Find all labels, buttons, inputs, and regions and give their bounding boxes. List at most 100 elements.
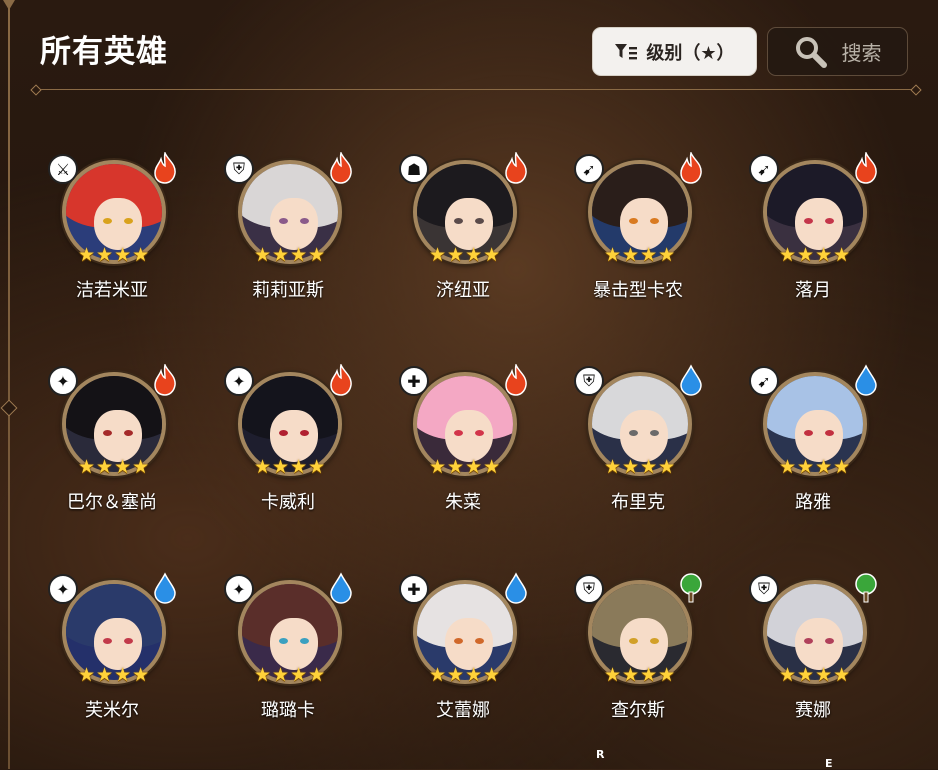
- search-icon: [795, 36, 827, 68]
- star-rating: ★ ★ ★ ★: [78, 246, 149, 265]
- hero-card[interactable]: ⛨ ★ ★ ★ ★ 查尔斯: [568, 570, 708, 740]
- star-icon: ★: [797, 664, 815, 686]
- fire-element-icon: [328, 364, 354, 396]
- hero-name: 查尔斯: [611, 700, 665, 721]
- star-icon: ★: [429, 456, 447, 478]
- star-rating: ★ ★ ★ ★: [429, 666, 500, 685]
- hero-card[interactable]: ✦ ★ ★ ★ ★ 巴尔＆塞尚: [42, 362, 182, 532]
- star-rating: ★ ★ ★ ★: [429, 458, 500, 477]
- hero-name: 路雅: [795, 492, 831, 513]
- fire-element-icon: [503, 152, 529, 184]
- star-icon: ★: [604, 456, 622, 478]
- star-icon: ★: [465, 244, 483, 266]
- shield-icon: ⛨: [749, 574, 779, 604]
- hero-card[interactable]: ✚ ★ ★ ★ ★ 朱菜: [393, 362, 533, 532]
- fire-element-icon: [503, 364, 529, 396]
- star-icon: ★: [815, 456, 833, 478]
- sort-by-rank-button[interactable]: 级别（★）: [592, 27, 757, 76]
- star-rating: ★ ★ ★ ★: [254, 666, 325, 685]
- star-rating: ★ ★ ★ ★: [254, 246, 325, 265]
- star-icon: ★: [779, 456, 797, 478]
- sort-button-label: 级别（★）: [646, 42, 735, 64]
- hero-name: 布里克: [611, 492, 665, 513]
- star-rating: ★ ★ ★ ★: [78, 458, 149, 477]
- water-element-icon: [853, 364, 879, 396]
- star-icon: ★: [429, 244, 447, 266]
- water-element-icon: [152, 572, 178, 604]
- sword-shield-icon: ⚔: [48, 154, 78, 184]
- star-rating: ★ ★ ★ ★: [604, 458, 675, 477]
- wizard-hat-icon: ✦: [224, 574, 254, 604]
- star-icon: ★: [779, 244, 797, 266]
- hero-card[interactable]: ⛨ ★ ★ ★ ★ 赛娜: [743, 570, 883, 740]
- star-icon: ★: [272, 456, 290, 478]
- star-icon: ★: [465, 664, 483, 686]
- star-icon: ★: [114, 244, 132, 266]
- star-rating: ★ ★ ★ ★: [604, 246, 675, 265]
- star-icon: ★: [833, 456, 851, 478]
- hero-card[interactable]: ✦ ★ ★ ★ ★ 璐璐卡: [218, 570, 358, 740]
- star-icon: ★: [254, 456, 272, 478]
- shield-icon: ⛨: [574, 574, 604, 604]
- search-button[interactable]: 搜索: [767, 27, 908, 76]
- hero-card[interactable]: ⛨ ★ ★ ★ ★ 莉莉亚斯: [218, 150, 358, 320]
- star-icon: ★: [78, 664, 96, 686]
- star-icon: ★: [114, 456, 132, 478]
- star-icon: ★: [308, 664, 326, 686]
- star-icon: ★: [290, 456, 308, 478]
- star-rating: ★ ★ ★ ★: [779, 666, 850, 685]
- star-icon: ★: [797, 456, 815, 478]
- healer-icon: ✚: [399, 574, 429, 604]
- star-icon: ★: [815, 244, 833, 266]
- star-icon: ★: [833, 664, 851, 686]
- fire-element-icon: [152, 364, 178, 396]
- star-icon: ★: [640, 664, 658, 686]
- star-icon: ★: [604, 664, 622, 686]
- star-icon: ★: [96, 244, 114, 266]
- wizard-hat-icon: ✦: [224, 366, 254, 396]
- star-icon: ★: [622, 664, 640, 686]
- star-icon: ★: [132, 244, 150, 266]
- hero-card[interactable]: ✦ ★ ★ ★ ★ 芙米尔: [42, 570, 182, 740]
- frame-left-border: [3, 0, 15, 769]
- hero-name: 暴击型卡农: [593, 280, 683, 301]
- star-rating: ★ ★ ★ ★: [779, 458, 850, 477]
- star-icon: ★: [447, 456, 465, 478]
- hero-card[interactable]: ☗ ★ ★ ★ ★ 济纽亚: [393, 150, 533, 320]
- star-icon: ★: [308, 456, 326, 478]
- healer-icon: ✚: [399, 366, 429, 396]
- hero-card[interactable]: ✦ ★ ★ ★ ★ 卡威利: [218, 362, 358, 532]
- star-icon: ★: [290, 244, 308, 266]
- star-icon: ★: [78, 244, 96, 266]
- star-icon: ★: [96, 664, 114, 686]
- star-icon: ★: [622, 244, 640, 266]
- star-icon: ★: [132, 664, 150, 686]
- star-icon: ★: [272, 664, 290, 686]
- hero-card[interactable]: ➹ ★ ★ ★ ★ 落月: [743, 150, 883, 320]
- hero-card[interactable]: ⛨ ★ ★ ★ ★ 布里克: [568, 362, 708, 532]
- star-icon: ★: [640, 244, 658, 266]
- bow-icon: ➹: [749, 154, 779, 184]
- star-icon: ★: [483, 456, 501, 478]
- star-icon: ★: [290, 664, 308, 686]
- star-rating: ★ ★ ★ ★: [254, 458, 325, 477]
- hero-card[interactable]: ⚔ ★ ★ ★ ★ 洁若米亚: [42, 150, 182, 320]
- hero-card[interactable]: ➹ ★ ★ ★ ★ 路雅: [743, 362, 883, 532]
- star-icon: ★: [447, 244, 465, 266]
- page-title: 所有英雄: [40, 34, 168, 70]
- wood-element-icon: [853, 572, 879, 604]
- star-icon: ★: [96, 456, 114, 478]
- hero-name: 莉莉亚斯: [252, 280, 324, 301]
- hero-name: 巴尔＆塞尚: [67, 492, 157, 513]
- stray-mark: E: [825, 757, 833, 770]
- star-rating: ★ ★ ★ ★: [78, 666, 149, 685]
- hero-name: 卡威利: [261, 492, 315, 513]
- star-icon: ★: [622, 456, 640, 478]
- hero-card[interactable]: ➹ ★ ★ ★ ★ 暴击型卡农: [568, 150, 708, 320]
- hero-card[interactable]: ✚ ★ ★ ★ ★ 艾蕾娜: [393, 570, 533, 740]
- bow-icon: ➹: [749, 366, 779, 396]
- star-icon: ★: [640, 456, 658, 478]
- hooded-icon: ☗: [399, 154, 429, 184]
- star-icon: ★: [78, 456, 96, 478]
- header-divider: [36, 89, 916, 90]
